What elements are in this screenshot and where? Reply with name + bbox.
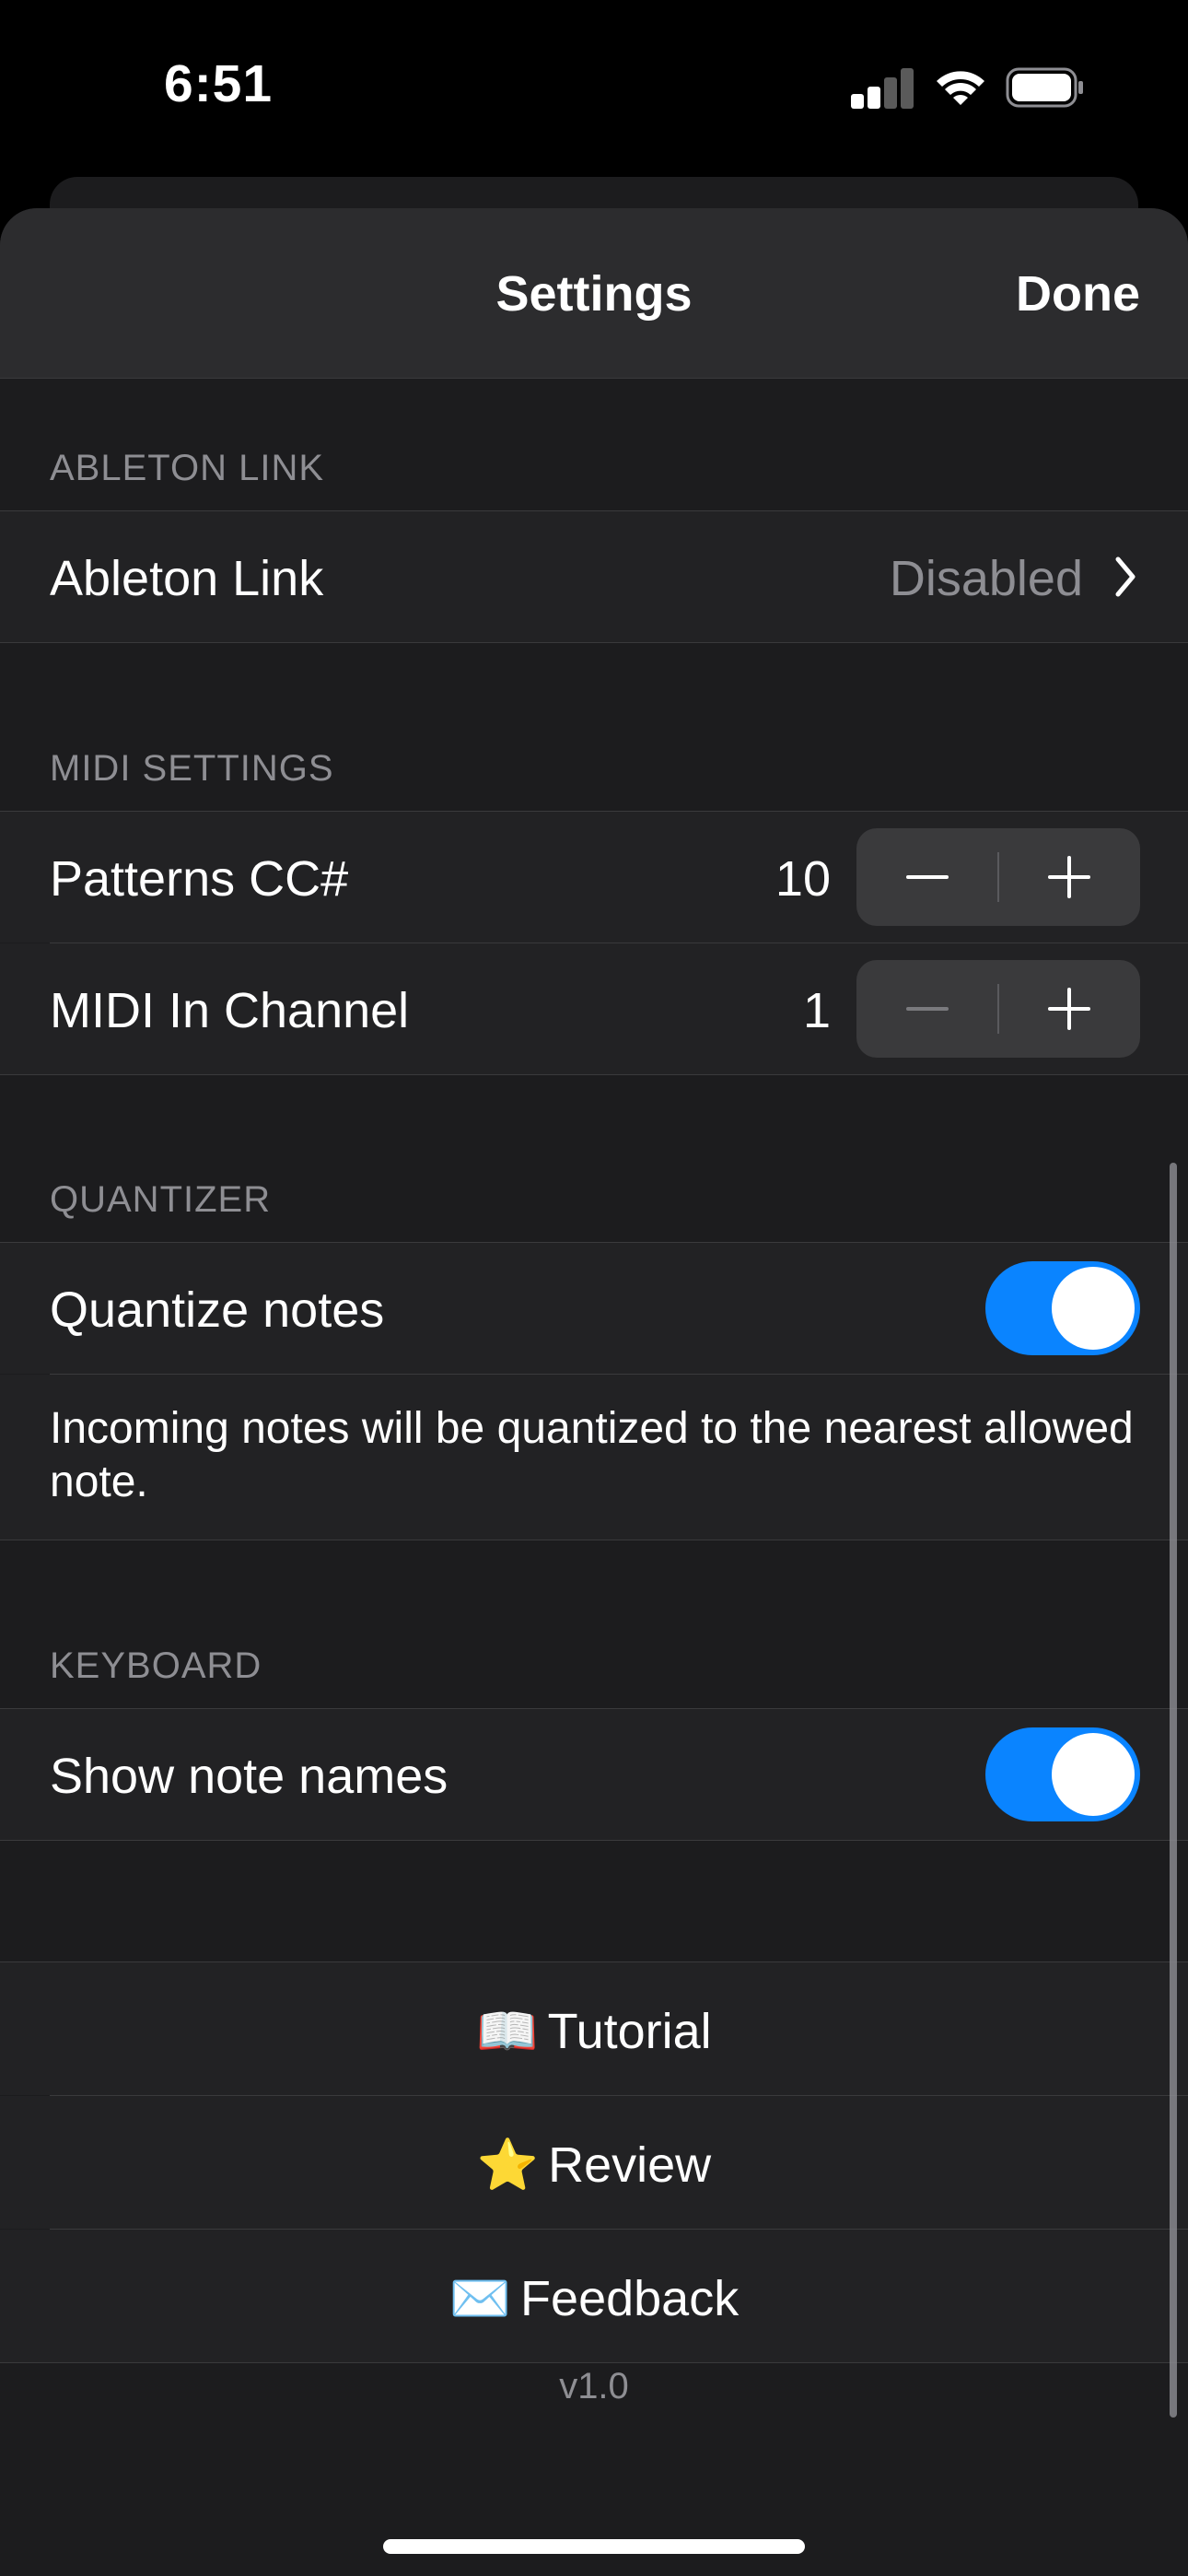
divider xyxy=(0,1840,1188,1841)
tutorial-label: Tutorial xyxy=(547,2004,712,2059)
version-label: v1.0 xyxy=(559,2366,629,2406)
chevron-right-icon xyxy=(1115,556,1136,597)
patterns-cc-value: 10 xyxy=(775,851,831,907)
divider xyxy=(0,1074,1188,1075)
settings-sheet: Settings Done ABLETON LINK Ableton Link … xyxy=(0,208,1188,2576)
patterns-cc-label: Patterns CC# xyxy=(50,851,349,907)
tutorial-content: 📖 Tutorial xyxy=(0,2003,1188,2061)
quantize-notes-toggle[interactable] xyxy=(985,1261,1140,1355)
battery-icon xyxy=(1006,67,1083,108)
patterns-cc-row: Patterns CC# 10 xyxy=(0,812,1188,943)
scrollbar[interactable] xyxy=(1170,1163,1177,2418)
patterns-cc-stepper xyxy=(856,828,1140,926)
quantize-notes-row: Quantize notes xyxy=(0,1243,1188,1374)
decrement-button[interactable] xyxy=(856,828,998,926)
toggle-knob xyxy=(1052,1267,1135,1350)
show-note-names-toggle[interactable] xyxy=(985,1727,1140,1821)
quantize-notes-label: Quantize notes xyxy=(50,1282,385,1338)
decrement-button[interactable] xyxy=(856,960,998,1058)
section-header-midi-settings: MIDI SETTINGS xyxy=(50,748,334,789)
done-button[interactable]: Done xyxy=(1016,265,1140,322)
envelope-icon: ✉️ xyxy=(448,2271,512,2326)
show-note-names-row: Show note names xyxy=(0,1709,1188,1840)
tutorial-button[interactable]: 📖 Tutorial xyxy=(0,1962,1188,2095)
divider xyxy=(0,642,1188,643)
status-bar: 6:51 xyxy=(0,0,1188,175)
midi-in-channel-value: 1 xyxy=(802,983,831,1038)
toggle-knob xyxy=(1052,1733,1135,1816)
midi-in-channel-label: MIDI In Channel xyxy=(50,983,410,1038)
section-header-keyboard: KEYBOARD xyxy=(50,1645,262,1686)
show-note-names-label: Show note names xyxy=(50,1749,448,1804)
status-time: 6:51 xyxy=(164,54,274,113)
midi-in-channel-stepper xyxy=(856,960,1140,1058)
review-button[interactable]: ⭐ Review xyxy=(0,2096,1188,2229)
review-content: ⭐ Review xyxy=(0,2137,1188,2195)
star-icon: ⭐ xyxy=(476,2137,540,2193)
ableton-link-row[interactable]: Ableton Link Disabled xyxy=(0,511,1188,642)
midi-in-channel-row: MIDI In Channel 1 xyxy=(0,943,1188,1074)
divider xyxy=(0,2362,1188,2363)
ableton-link-value: Disabled xyxy=(889,551,1083,606)
feedback-content: ✉️ Feedback xyxy=(0,2270,1188,2328)
quantizer-footer-text: Incoming notes will be quantized to the … xyxy=(50,1404,1134,1506)
ableton-link-label: Ableton Link xyxy=(50,551,324,606)
home-indicator[interactable] xyxy=(383,2539,805,2554)
cellular-signal-icon xyxy=(851,66,915,109)
nav-bar: Settings Done xyxy=(0,208,1188,379)
section-header-ableton-link: ABLETON LINK xyxy=(50,448,325,488)
increment-button[interactable] xyxy=(998,828,1140,926)
page-title: Settings xyxy=(495,266,693,322)
increment-button[interactable] xyxy=(998,960,1140,1058)
wifi-icon xyxy=(937,71,984,105)
section-header-quantizer: QUANTIZER xyxy=(50,1179,272,1220)
feedback-button[interactable]: ✉️ Feedback xyxy=(0,2230,1188,2362)
book-icon: 📖 xyxy=(476,2004,539,2059)
feedback-label: Feedback xyxy=(520,2271,740,2326)
quantizer-footer-row: Incoming notes will be quantized to the … xyxy=(0,1375,1188,1540)
review-label: Review xyxy=(548,2137,712,2193)
